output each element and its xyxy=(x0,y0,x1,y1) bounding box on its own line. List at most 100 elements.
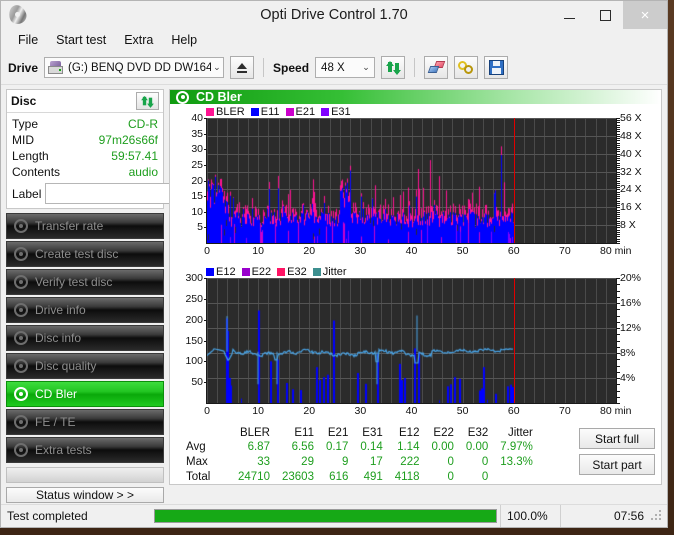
refresh-icon xyxy=(141,95,154,108)
stats-cell: 222 xyxy=(389,455,426,470)
eject-icon xyxy=(237,63,247,73)
stats-cell: 0.00 xyxy=(425,440,459,455)
close-button[interactable]: × xyxy=(623,1,667,29)
y-axis-tick: 20 xyxy=(170,175,203,187)
sidebar-item-disc-info[interactable]: Disc info xyxy=(6,325,164,351)
x-axis-tick: 60 xyxy=(492,245,536,257)
y2-minor-tick xyxy=(617,169,620,170)
menu-item-file[interactable]: File xyxy=(9,30,47,50)
start-part-button[interactable]: Start part xyxy=(579,454,655,475)
start-full-button[interactable]: Start full xyxy=(579,428,655,449)
x-axis-tick: 50 xyxy=(441,405,485,417)
stats-cell: 4118 xyxy=(389,470,426,485)
stats-cell: 616 xyxy=(320,470,354,485)
refresh-button[interactable] xyxy=(381,56,405,79)
disc-test-icon xyxy=(14,359,28,373)
legend-item-e32: E32 xyxy=(277,266,307,278)
y-axis-tick: 10 xyxy=(170,206,203,218)
resize-grip[interactable] xyxy=(650,509,664,523)
stats-column-header: E32 xyxy=(460,427,494,440)
disc-row-value: CD-R xyxy=(128,116,158,132)
disc-row-value: 97m26s66f xyxy=(99,132,158,148)
sidebar-item-drive-info[interactable]: Drive info xyxy=(6,297,164,323)
save-button[interactable] xyxy=(484,56,508,79)
sidebar-item-cd-bler[interactable]: CD Bler xyxy=(6,381,164,407)
sidebar-item-disc-quality[interactable]: Disc quality xyxy=(6,353,164,379)
y2-minor-tick xyxy=(617,122,620,123)
y2-minor-tick xyxy=(617,403,620,404)
status-window-button[interactable]: Status window > > xyxy=(6,487,164,503)
stats-cell: 6.56 xyxy=(276,440,320,455)
sidebar-item-extra-tests[interactable]: Extra tests xyxy=(6,437,164,463)
y2-minor-tick xyxy=(617,291,620,292)
status-bar: Test completed 100.0% 07:56 xyxy=(1,504,667,527)
sidebar-item-create-test-disc[interactable]: Create test disc xyxy=(6,241,164,267)
sidebar-item-fe-te[interactable]: FE / TE xyxy=(6,409,164,435)
y2-minor-tick xyxy=(617,143,620,144)
sidebar-item-transfer-rate[interactable]: Transfer rate xyxy=(6,213,164,239)
y2-minor-tick xyxy=(617,145,620,146)
chevron-down-icon: ⌄ xyxy=(211,62,223,73)
menu-item-help[interactable]: Help xyxy=(162,30,206,50)
stats-cell: 6.87 xyxy=(232,440,276,455)
eraser-icon xyxy=(428,60,445,75)
sidebar-item-verify-test-disc[interactable]: Verify test disc xyxy=(6,269,164,295)
stats-cell: 17 xyxy=(354,455,388,470)
stats-cell: 0 xyxy=(460,455,494,470)
y2-minor-tick xyxy=(617,239,620,240)
y2-minor-tick xyxy=(617,243,620,244)
legend-swatch xyxy=(286,108,294,116)
menu-item-start-test[interactable]: Start test xyxy=(47,30,115,50)
elapsed-time: 07:56 xyxy=(560,505,650,527)
stats-cell: 29 xyxy=(276,455,320,470)
minimize-button[interactable] xyxy=(551,1,587,29)
legend-swatch xyxy=(321,108,329,116)
stats-cell: 1.14 xyxy=(389,440,426,455)
right-panel: CD Bler BLER E11 E21 E31 510152025303540… xyxy=(169,89,662,485)
y2-minor-tick xyxy=(617,230,620,231)
y2-minor-tick xyxy=(617,181,620,182)
e12-jitter-series-canvas xyxy=(207,278,616,403)
stats-cell: 0 xyxy=(425,470,459,485)
drive-select[interactable]: (G:) BENQ DVD DD DW1640 BSRB ⌄ xyxy=(44,57,224,78)
y2-axis-tick: 8 X xyxy=(620,219,636,231)
sidebar-item-label: Disc quality xyxy=(35,359,96,373)
sidebar-item-label: Create test disc xyxy=(35,247,118,261)
disc-test-icon xyxy=(14,415,28,429)
stats-column-header: Jitter xyxy=(494,427,539,440)
stats-column-header: E21 xyxy=(320,427,354,440)
disc-refresh-button[interactable] xyxy=(136,92,159,110)
stats-table: BLERE11E21E31E12E22E32Jitter Avg6.876.56… xyxy=(184,427,539,485)
drive-label: Drive xyxy=(8,61,38,75)
y2-minor-tick xyxy=(617,174,620,175)
y2-minor-tick xyxy=(617,207,620,208)
bler-chart-legend: BLER E11 E21 E31 xyxy=(206,106,354,118)
maximize-button[interactable] xyxy=(587,1,623,29)
eject-button[interactable] xyxy=(230,56,254,79)
y2-axis-tick: 16% xyxy=(620,297,641,309)
disc-row-key: Contents xyxy=(12,164,60,180)
legend-item-jitter: Jitter xyxy=(313,266,347,278)
menu-item-extra[interactable]: Extra xyxy=(115,30,162,50)
y2-minor-tick xyxy=(617,391,620,392)
stats-cell: 0 xyxy=(460,470,494,485)
y2-minor-tick xyxy=(617,149,620,150)
y2-minor-tick xyxy=(617,203,620,204)
tools-button[interactable] xyxy=(454,56,478,79)
stats-row: Max33299172220013.3% xyxy=(184,455,539,470)
speed-select[interactable]: 48 X ⌄ xyxy=(315,57,375,78)
disc-row-contents: Contents audio xyxy=(12,164,158,180)
y2-minor-tick xyxy=(617,187,620,188)
disc-label-row: Label xyxy=(12,183,158,204)
legend-item-e31: E31 xyxy=(321,106,351,118)
stats-column-header: E22 xyxy=(425,427,459,440)
erase-button[interactable] xyxy=(424,56,448,79)
legend-label: E32 xyxy=(287,266,307,278)
window-controls: × xyxy=(551,1,667,29)
y2-axis-tick: 32 X xyxy=(620,166,642,178)
sidebar-item-label: Verify test disc xyxy=(35,275,112,289)
legend-label: BLER xyxy=(216,106,245,118)
legend-label: E22 xyxy=(252,266,272,278)
stats-column-header: E11 xyxy=(276,427,320,440)
y2-minor-tick xyxy=(617,347,620,348)
